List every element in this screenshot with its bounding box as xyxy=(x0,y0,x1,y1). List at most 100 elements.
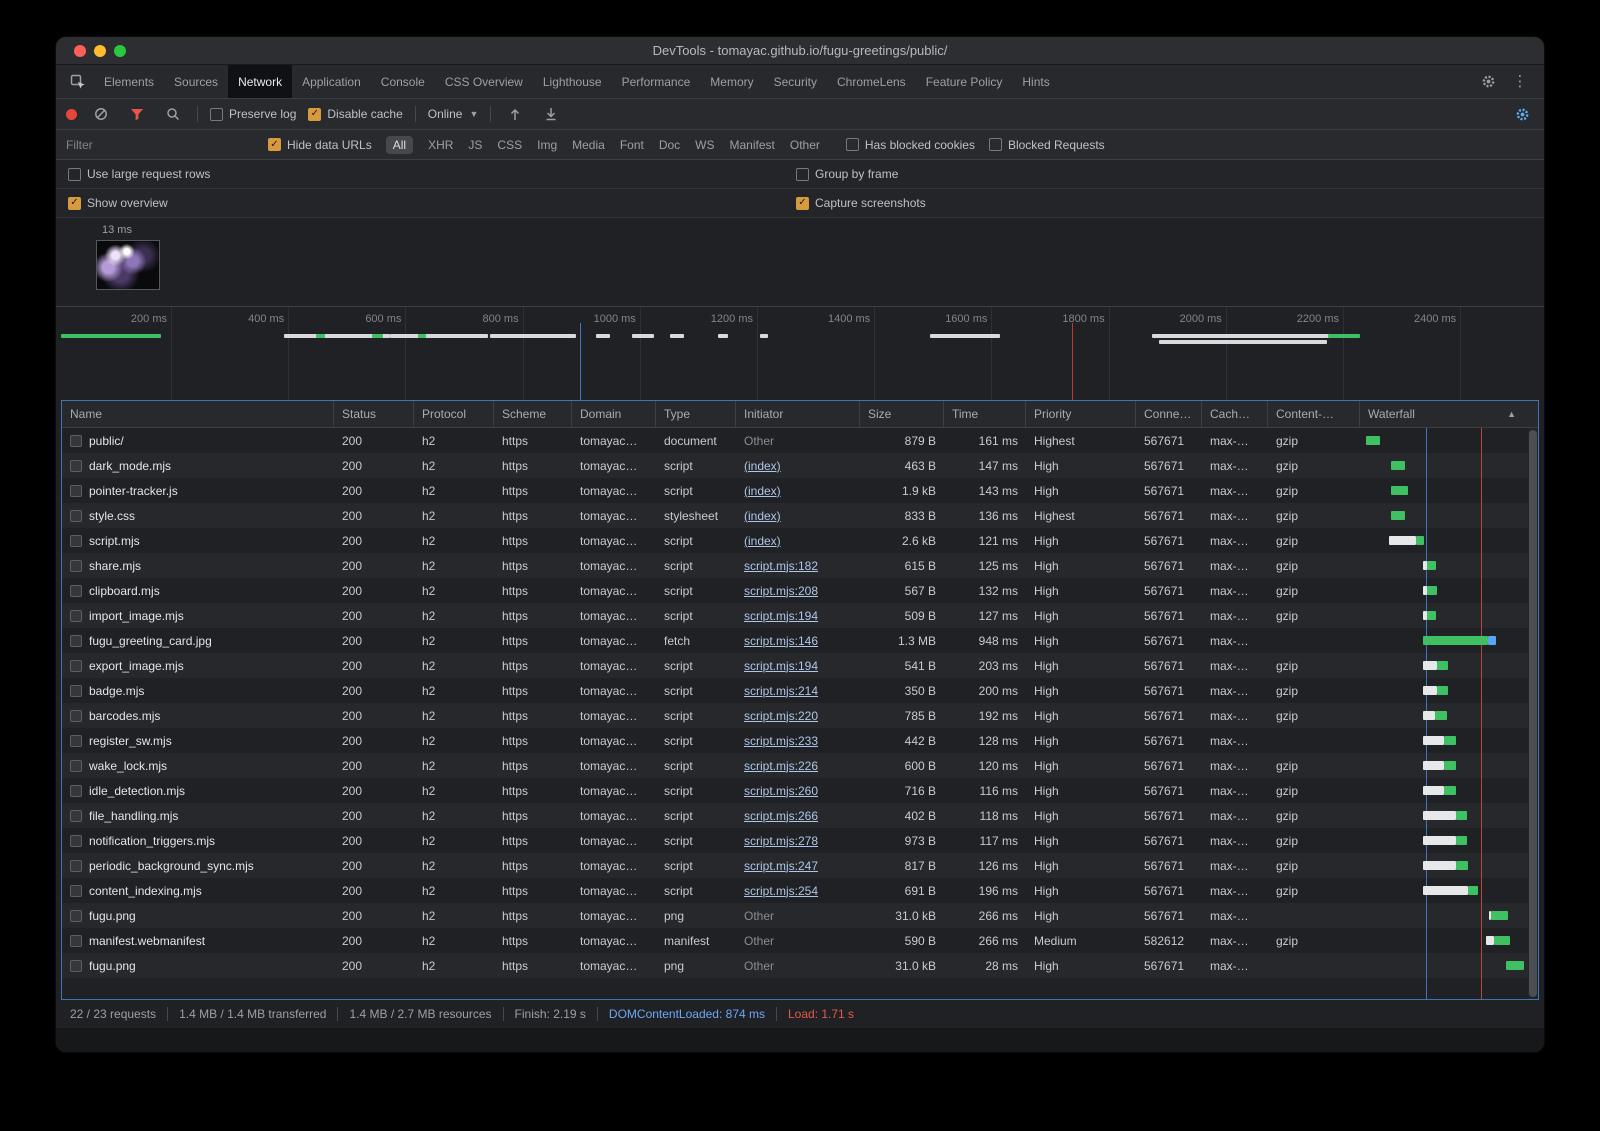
filter-type-font[interactable]: Font xyxy=(620,138,644,152)
disable-cache-checkbox[interactable]: Disable cache xyxy=(308,107,402,121)
initiator-link[interactable]: (index) xyxy=(744,459,781,473)
tab-sources[interactable]: Sources xyxy=(164,65,228,98)
initiator-link[interactable]: script.mjs:146 xyxy=(744,634,818,648)
tab-css-overview[interactable]: CSS Overview xyxy=(435,65,533,98)
request-row-barcodes-mjs[interactable]: barcodes.mjs200h2httpstomayac…scriptscri… xyxy=(62,703,1538,728)
use-large-request-rows-checkbox[interactable]: Use large request rows xyxy=(68,167,210,181)
column-header-type[interactable]: Type xyxy=(656,401,736,427)
filter-type-doc[interactable]: Doc xyxy=(659,138,680,152)
request-row-export-image-mjs[interactable]: export_image.mjs200h2httpstomayac…script… xyxy=(62,653,1538,678)
request-row-fugu-png[interactable]: fugu.png200h2httpstomayac…pngOther31.0 k… xyxy=(62,953,1538,978)
column-header-size[interactable]: Size xyxy=(860,401,944,427)
request-row-fugu-png[interactable]: fugu.png200h2httpstomayac…pngOther31.0 k… xyxy=(62,903,1538,928)
scrollbar-thumb[interactable] xyxy=(1529,430,1537,997)
request-row-manifest-webmanifest[interactable]: manifest.webmanifest200h2httpstomayac…ma… xyxy=(62,928,1538,953)
export-har-icon[interactable] xyxy=(539,102,563,126)
settings-gear-icon[interactable] xyxy=(1476,70,1500,94)
tab-elements[interactable]: Elements xyxy=(94,65,164,98)
initiator-link[interactable]: script.mjs:194 xyxy=(744,609,818,623)
initiator-link[interactable]: script.mjs:247 xyxy=(744,859,818,873)
initiator-link[interactable]: script.mjs:260 xyxy=(744,784,818,798)
column-header-time[interactable]: Time xyxy=(944,401,1026,427)
minimize-window-button[interactable] xyxy=(94,45,106,57)
column-header-content[interactable]: Content-… xyxy=(1268,401,1360,427)
hide-data-urls-checkbox[interactable]: Hide data URLs xyxy=(268,138,372,152)
column-header-domain[interactable]: Domain xyxy=(572,401,656,427)
network-overview-timeline[interactable]: 200 ms400 ms600 ms800 ms1000 ms1200 ms14… xyxy=(56,306,1544,400)
more-options-icon[interactable]: ⋮ xyxy=(1508,70,1532,94)
filter-type-manifest[interactable]: Manifest xyxy=(730,138,775,152)
clear-network-log-icon[interactable] xyxy=(89,102,113,126)
inspect-element-icon[interactable] xyxy=(62,65,94,98)
initiator-link[interactable]: (index) xyxy=(744,484,781,498)
blocked-requests-checkbox[interactable]: Blocked Requests xyxy=(989,138,1105,152)
tab-memory[interactable]: Memory xyxy=(700,65,763,98)
request-row-fugu-greeting-card-jpg[interactable]: fugu_greeting_card.jpg200h2httpstomayac…… xyxy=(62,628,1538,653)
initiator-link[interactable]: script.mjs:266 xyxy=(744,809,818,823)
tab-feature-policy[interactable]: Feature Policy xyxy=(916,65,1013,98)
initiator-link[interactable]: script.mjs:214 xyxy=(744,684,818,698)
column-header-scheme[interactable]: Scheme xyxy=(494,401,572,427)
request-row-idle-detection-mjs[interactable]: idle_detection.mjs200h2httpstomayac…scri… xyxy=(62,778,1538,803)
initiator-link[interactable]: script.mjs:226 xyxy=(744,759,818,773)
initiator-link[interactable]: (index) xyxy=(744,534,781,548)
tab-console[interactable]: Console xyxy=(371,65,435,98)
request-row-style-css[interactable]: style.css200h2httpstomayac…stylesheet(in… xyxy=(62,503,1538,528)
capture-screenshots-checkbox[interactable]: Capture screenshots xyxy=(796,196,926,210)
column-header-priority[interactable]: Priority xyxy=(1026,401,1136,427)
request-row-file-handling-mjs[interactable]: file_handling.mjs200h2httpstomayac…scrip… xyxy=(62,803,1538,828)
column-header-conne[interactable]: Conne… xyxy=(1136,401,1202,427)
request-row-clipboard-mjs[interactable]: clipboard.mjs200h2httpstomayac…scriptscr… xyxy=(62,578,1538,603)
request-row-public[interactable]: public/200h2httpstomayac…documentOther87… xyxy=(62,428,1538,453)
filter-type-ws[interactable]: WS xyxy=(695,138,714,152)
group-by-frame-checkbox[interactable]: Group by frame xyxy=(796,167,898,181)
tab-chromelens[interactable]: ChromeLens xyxy=(827,65,916,98)
search-icon[interactable] xyxy=(161,102,185,126)
filter-type-js[interactable]: JS xyxy=(468,138,482,152)
import-har-icon[interactable] xyxy=(503,102,527,126)
filter-type-css[interactable]: CSS xyxy=(497,138,522,152)
filter-type-all[interactable]: All xyxy=(386,136,413,154)
request-row-badge-mjs[interactable]: badge.mjs200h2httpstomayac…scriptscript.… xyxy=(62,678,1538,703)
column-header-protocol[interactable]: Protocol xyxy=(414,401,494,427)
request-row-content-indexing-mjs[interactable]: content_indexing.mjs200h2httpstomayac…sc… xyxy=(62,878,1538,903)
column-header-status[interactable]: Status xyxy=(334,401,414,427)
zoom-window-button[interactable] xyxy=(114,45,126,57)
tab-network[interactable]: Network xyxy=(228,65,292,98)
request-row-notification-triggers-mjs[interactable]: notification_triggers.mjs200h2httpstomay… xyxy=(62,828,1538,853)
filter-type-img[interactable]: Img xyxy=(537,138,557,152)
filter-type-media[interactable]: Media xyxy=(572,138,605,152)
initiator-link[interactable]: script.mjs:194 xyxy=(744,659,818,673)
request-row-register-sw-mjs[interactable]: register_sw.mjs200h2httpstomayac…scripts… xyxy=(62,728,1538,753)
tab-application[interactable]: Application xyxy=(292,65,371,98)
request-row-share-mjs[interactable]: share.mjs200h2httpstomayac…scriptscript.… xyxy=(62,553,1538,578)
request-row-import-image-mjs[interactable]: import_image.mjs200h2httpstomayac…script… xyxy=(62,603,1538,628)
tab-hints[interactable]: Hints xyxy=(1012,65,1059,98)
initiator-link[interactable]: script.mjs:182 xyxy=(744,559,818,573)
throttling-select[interactable]: Online ▼ xyxy=(428,107,479,121)
table-scrollbar[interactable] xyxy=(1528,428,1538,999)
preserve-log-checkbox[interactable]: Preserve log xyxy=(210,107,296,121)
request-row-script-mjs[interactable]: script.mjs200h2httpstomayac…script(index… xyxy=(62,528,1538,553)
close-window-button[interactable] xyxy=(74,45,86,57)
show-overview-checkbox[interactable]: Show overview xyxy=(68,196,168,210)
filmstrip-thumbnail[interactable] xyxy=(96,240,160,290)
initiator-link[interactable]: script.mjs:233 xyxy=(744,734,818,748)
column-header-initiator[interactable]: Initiator xyxy=(736,401,860,427)
request-row-wake-lock-mjs[interactable]: wake_lock.mjs200h2httpstomayac…scriptscr… xyxy=(62,753,1538,778)
initiator-link[interactable]: script.mjs:220 xyxy=(744,709,818,723)
has-blocked-cookies-checkbox[interactable]: Has blocked cookies xyxy=(846,138,975,152)
request-row-dark-mode-mjs[interactable]: dark_mode.mjs200h2httpstomayac…script(in… xyxy=(62,453,1538,478)
initiator-link[interactable]: script.mjs:208 xyxy=(744,584,818,598)
initiator-link[interactable]: script.mjs:254 xyxy=(744,884,818,898)
column-header-cach[interactable]: Cach… xyxy=(1202,401,1268,427)
record-network-log-button[interactable] xyxy=(66,109,77,120)
initiator-link[interactable]: script.mjs:278 xyxy=(744,834,818,848)
initiator-link[interactable]: (index) xyxy=(744,509,781,523)
column-header-waterfall[interactable]: Waterfall▲ xyxy=(1360,401,1538,427)
tab-lighthouse[interactable]: Lighthouse xyxy=(533,65,612,98)
filter-funnel-icon[interactable] xyxy=(125,102,149,126)
filter-input[interactable] xyxy=(66,138,254,152)
column-header-name[interactable]: Name xyxy=(62,401,334,427)
network-conditions-gear-icon[interactable] xyxy=(1510,102,1534,126)
